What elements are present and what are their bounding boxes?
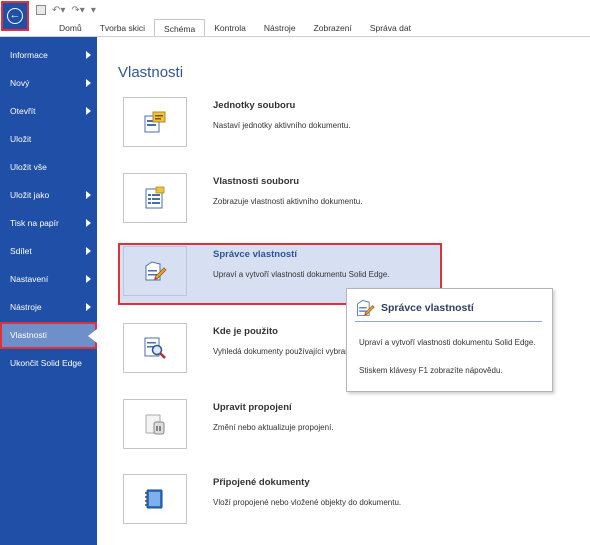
title-bar: ← ↶▾ ↷▾ ▾ Domů Tvorba skici Schéma Kontr… [0, 0, 590, 37]
submenu-arrow-icon [86, 191, 91, 199]
tooltip-title: Správce vlastností [381, 302, 474, 314]
sidebar-item-exit[interactable]: Ukončit Solid Edge [0, 350, 97, 377]
sidebar-item-label: Uložit [10, 134, 32, 144]
sidebar-item-label: Otevřít [10, 106, 36, 116]
sidebar-item-label: Nový [10, 78, 30, 88]
edit-links-icon [145, 414, 165, 435]
command-title: Správce vlastností [213, 249, 297, 260]
submenu-arrow-icon [86, 79, 91, 87]
sidebar-item-open[interactable]: Otevřít [0, 98, 97, 125]
tooltip: Správce vlastností Upraví a vytvoří vlas… [346, 288, 553, 392]
command-attached-documents[interactable]: Připojené dokumenty Vloží propojené nebo… [118, 471, 442, 533]
sidebar-item-info[interactable]: Informace [0, 42, 97, 69]
customize-toolbar-icon[interactable]: ▾ [91, 5, 96, 16]
sidebar-item-label: Vlastnosti [10, 330, 47, 340]
sidebar-item-label: Nastavení [10, 274, 49, 284]
where-used-icon [144, 337, 166, 359]
file-properties-icon-box[interactable] [123, 173, 187, 223]
sidebar-item-share[interactable]: Sdílet [0, 238, 97, 265]
selection-notch-icon [88, 329, 97, 343]
tooltip-header: Správce vlastností [355, 298, 474, 318]
sidebar-item-label: Nástroje [10, 302, 42, 312]
tab-schema[interactable]: Schéma [154, 19, 206, 37]
sidebar-item-label: Tisk na papír [10, 218, 59, 228]
command-file-units[interactable]: Jednotky souboru Nastaví jednotky aktivn… [118, 94, 442, 156]
tab-sketch[interactable]: Tvorba skici [91, 19, 154, 37]
tab-inspect[interactable]: Kontrola [205, 19, 255, 37]
sidebar-item-save-as[interactable]: Uložit jako [0, 182, 97, 209]
property-manager-icon [357, 300, 375, 316]
tab-data-management[interactable]: Správa dat [361, 19, 420, 37]
command-description: Upraví a vytvoří vlastnosti dokumentu So… [213, 270, 390, 279]
sidebar-item-label: Uložit vše [10, 162, 47, 172]
sidebar-item-label: Uložit jako [10, 190, 50, 200]
file-properties-icon [145, 186, 165, 209]
command-title: Vlastnosti souboru [213, 176, 300, 187]
sidebar-item-save-all[interactable]: Uložit vše [0, 154, 97, 181]
sidebar-item-save[interactable]: Uložit [0, 126, 97, 153]
sidebar-item-label: Sdílet [10, 246, 32, 256]
attached-documents-icon-box[interactable] [123, 474, 187, 524]
sidebar-item-label: Ukončit Solid Edge [10, 358, 82, 368]
edit-links-icon-box[interactable] [123, 399, 187, 449]
submenu-arrow-icon [86, 107, 91, 115]
back-arrow-icon: ← [7, 8, 23, 24]
submenu-arrow-icon [86, 219, 91, 227]
units-icon [144, 111, 166, 133]
property-manager-icon [145, 261, 167, 281]
ribbon-tabs: Domů Tvorba skici Schéma Kontrola Nástro… [50, 19, 420, 37]
back-button[interactable]: ← [1, 1, 29, 31]
sidebar-item-tools[interactable]: Nástroje [0, 294, 97, 321]
attached-documents-icon [145, 489, 163, 509]
sidebar-item-new[interactable]: Nový [0, 70, 97, 97]
command-title: Jednotky souboru [213, 100, 296, 111]
submenu-arrow-icon [86, 247, 91, 255]
command-edit-links[interactable]: Upravit propojení Změní nebo aktualizuje… [118, 396, 442, 458]
command-description: Změní nebo aktualizuje propojení. [213, 423, 334, 432]
sidebar-item-print[interactable]: Tisk na papír [0, 210, 97, 237]
tab-home[interactable]: Domů [50, 19, 91, 37]
backstage-sidebar: Informace Nový Otevřít Uložit Uložit vše… [0, 37, 97, 545]
command-description: Nastaví jednotky aktivního dokumentu. [213, 121, 351, 130]
save-icon[interactable] [36, 5, 46, 15]
submenu-arrow-icon [86, 275, 91, 283]
sidebar-item-settings[interactable]: Nastavení [0, 266, 97, 293]
command-file-properties[interactable]: Vlastnosti souboru Zobrazuje vlastnosti … [118, 170, 442, 232]
page-title: Vlastnosti [118, 64, 184, 81]
command-title: Kde je použito [213, 326, 278, 337]
submenu-arrow-icon [86, 303, 91, 311]
quick-access-toolbar: ↶▾ ↷▾ ▾ [36, 3, 96, 17]
command-description: Vloží propojené nebo vložené objekty do … [213, 498, 402, 507]
command-title: Upravit propojení [213, 402, 292, 413]
tooltip-divider [355, 321, 542, 322]
undo-icon[interactable]: ↶▾ [52, 5, 65, 16]
sidebar-item-label: Informace [10, 50, 48, 60]
submenu-arrow-icon [86, 51, 91, 59]
where-used-icon-box[interactable] [123, 323, 187, 373]
command-description: Zobrazuje vlastnosti aktivního dokumentu… [213, 197, 363, 206]
tooltip-body: Upraví a vytvoří vlastnosti dokumentu So… [359, 338, 536, 347]
sidebar-item-properties[interactable]: Vlastnosti [0, 322, 97, 349]
property-manager-icon-box[interactable] [123, 246, 187, 296]
tab-view[interactable]: Zobrazení [305, 19, 361, 37]
command-description: Vyhledá dokumenty používající vybraný [213, 347, 354, 356]
units-icon-box[interactable] [123, 97, 187, 147]
tab-tools[interactable]: Nástroje [255, 19, 305, 37]
redo-icon[interactable]: ↷▾ [71, 5, 84, 16]
tooltip-help: Stiskem klávesy F1 zobrazíte nápovědu. [359, 366, 503, 375]
command-title: Připojené dokumenty [213, 477, 310, 488]
